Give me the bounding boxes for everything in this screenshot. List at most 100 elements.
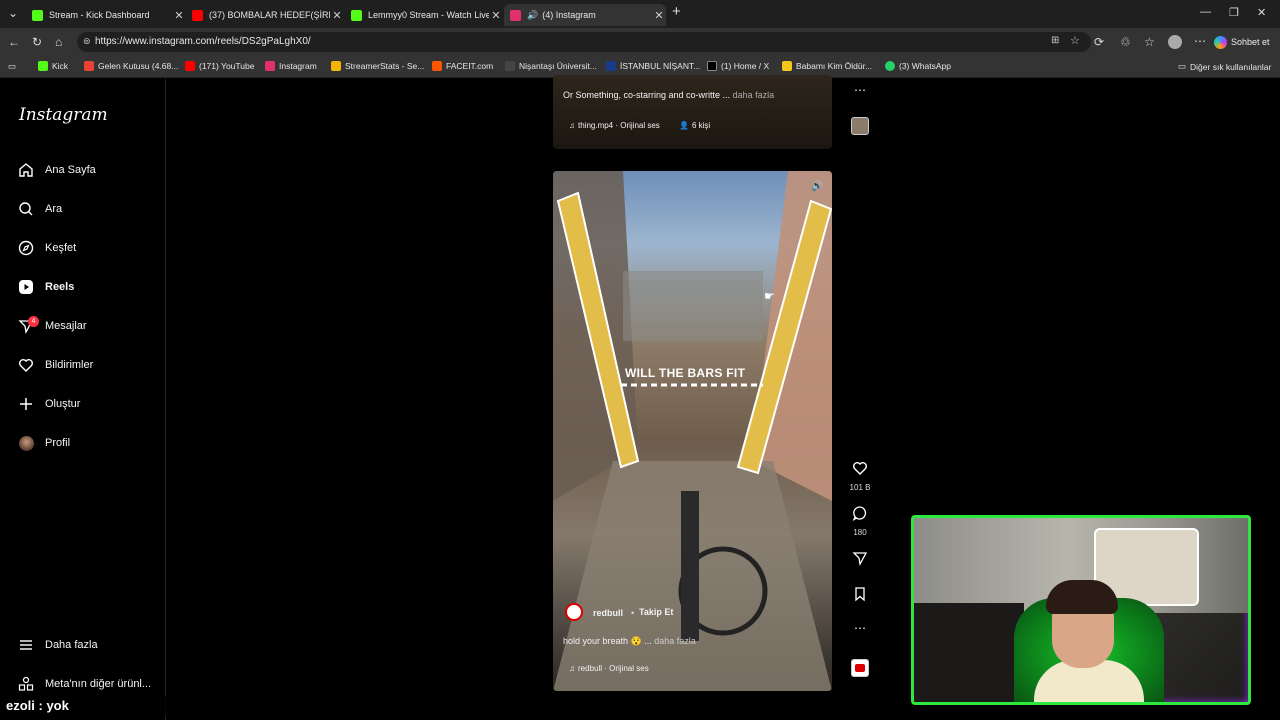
bookmark-gmail[interactable]: Gelen Kutusu (4.68... bbox=[84, 61, 178, 71]
bookmark-istanbul[interactable]: İSTANBUL NİŞANT... bbox=[606, 61, 700, 71]
follow-button[interactable]: Takip Et bbox=[639, 607, 673, 617]
youtube-favicon-icon bbox=[192, 9, 203, 21]
close-window-icon[interactable]: ✕ bbox=[1257, 6, 1266, 19]
bookmark-streamerstats[interactable]: StreamerStats - Se... bbox=[331, 61, 424, 71]
url-text[interactable]: https://www.instagram.com/reels/DS2gPaLg… bbox=[95, 36, 311, 47]
browser-essentials-icon[interactable]: ♲ bbox=[1120, 35, 1131, 49]
stream-chat-overlay: ezoli : yok bbox=[0, 696, 532, 716]
other-favorites-folder[interactable]: ▭ Diğer sık kullanılanlar bbox=[1178, 61, 1271, 72]
tab-list-chevron-icon[interactable]: ⌄ bbox=[8, 6, 18, 20]
speaker-icon[interactable]: 🔊 bbox=[527, 10, 538, 21]
plus-icon bbox=[18, 396, 34, 412]
kick-icon bbox=[38, 61, 48, 71]
app-available-icon[interactable]: ⊞ bbox=[1051, 35, 1059, 46]
nav-label: Bildirimler bbox=[45, 359, 94, 371]
bookmark-x[interactable]: (1) Home / X bbox=[707, 61, 769, 71]
redbull-avatar[interactable] bbox=[565, 603, 583, 621]
favorite-star-icon[interactable]: ☆ bbox=[1070, 34, 1080, 47]
comment-button[interactable]: 180 bbox=[848, 505, 872, 537]
bookmark-label: (3) WhatsApp bbox=[899, 61, 951, 71]
favorites-icon[interactable]: ☆ bbox=[1144, 35, 1155, 49]
nav-search[interactable]: Ara bbox=[18, 197, 62, 221]
apps-grid-icon bbox=[18, 676, 34, 692]
instagram-favicon-icon bbox=[510, 9, 521, 21]
bookmark-instagram[interactable]: Instagram bbox=[265, 61, 317, 71]
account-name[interactable]: redbull bbox=[593, 608, 623, 618]
browser-tab-strip: ⌄ Stream - Kick Dashboard ✕ (37) BOMBALA… bbox=[0, 0, 1280, 28]
streamer-webcam bbox=[911, 515, 1251, 705]
bookmark-whatsapp[interactable]: (3) WhatsApp bbox=[885, 61, 951, 71]
close-tab-icon[interactable]: ✕ bbox=[330, 9, 344, 22]
tab-kick-stream[interactable]: Lemmyy0 Stream - Watch Live on ✕ bbox=[345, 4, 503, 26]
more-options-icon[interactable]: ⋯ bbox=[1194, 34, 1206, 48]
reload-icon[interactable]: ↻ bbox=[32, 35, 42, 49]
imdb-icon bbox=[782, 61, 792, 71]
restore-icon[interactable]: ❐ bbox=[1229, 6, 1239, 19]
nav-notifications[interactable]: Bildirimler bbox=[18, 353, 93, 377]
share-button[interactable] bbox=[848, 550, 872, 571]
new-tab-button[interactable]: + bbox=[672, 3, 681, 20]
bookmarks-toggle-icon[interactable]: ▭ bbox=[8, 61, 16, 72]
tagged-people[interactable]: 👤 6 kişi bbox=[679, 121, 710, 130]
tab-youtube[interactable]: (37) BOMBALAR HEDEF(ŞİRKET) B ✕ bbox=[186, 4, 344, 26]
home-browser-icon[interactable]: ⌂ bbox=[55, 35, 62, 49]
current-reel-video[interactable]: WILL THE BARS FIT 🔊 redbull • Takip Et h… bbox=[553, 171, 832, 691]
kick-favicon-icon bbox=[32, 9, 43, 21]
minimize-icon[interactable]: — bbox=[1200, 6, 1211, 18]
audio-link[interactable]: ♫ redbull · Orijinal ses bbox=[569, 664, 649, 673]
avatar-icon bbox=[18, 435, 34, 451]
address-bar[interactable]: ⊜ https://www.instagram.com/reels/DS2gPa… bbox=[77, 32, 1091, 52]
chat-message: ezoli : yok bbox=[6, 698, 69, 713]
bookmark-faceit[interactable]: FACEIT.com bbox=[432, 61, 493, 71]
heart-icon bbox=[848, 460, 872, 481]
webcam-couch bbox=[914, 603, 1024, 702]
profile-avatar[interactable] bbox=[1168, 35, 1182, 49]
send-icon bbox=[848, 550, 872, 571]
nav-meta[interactable]: Meta'nın diğer ürünl... bbox=[18, 672, 151, 696]
extensions-icon[interactable]: ⟳ bbox=[1094, 35, 1104, 49]
nav-messages[interactable]: 4 Mesajlar bbox=[18, 314, 87, 338]
back-icon[interactable]: ← bbox=[8, 35, 20, 49]
person-icon: 👤 bbox=[679, 121, 689, 130]
more-link[interactable]: daha fazla bbox=[733, 90, 775, 100]
site-info-icon[interactable]: ⊜ bbox=[83, 36, 91, 47]
audio-thumbnail[interactable] bbox=[851, 659, 869, 677]
previous-reel[interactable]: Or Something, co-starring and co-writte … bbox=[553, 75, 832, 149]
bookmark-nisantasi[interactable]: Nişantaşı Üniversit... bbox=[505, 61, 597, 71]
close-tab-icon[interactable]: ✕ bbox=[172, 9, 186, 22]
tab-kick-dashboard[interactable]: Stream - Kick Dashboard ✕ bbox=[26, 4, 186, 26]
like-button[interactable]: 101 B bbox=[848, 460, 872, 492]
nav-create[interactable]: Oluştur bbox=[18, 392, 80, 416]
caption-text: Or Something, co-starring and co-writte … bbox=[563, 90, 731, 100]
instagram-sidebar: Instagram Ana Sayfa Ara Keşfet Reels 4 M… bbox=[0, 79, 166, 720]
bookmark-label: (1) Home / X bbox=[721, 61, 770, 71]
tab-title: (4) Instagram bbox=[542, 10, 596, 20]
bookmark-imdb[interactable]: Babamı Kim Öldür... bbox=[782, 61, 872, 71]
close-tab-icon[interactable]: ✕ bbox=[489, 9, 503, 22]
tab-instagram[interactable]: 🔊 (4) Instagram ✕ bbox=[504, 4, 666, 26]
more-options-icon[interactable]: ⋯ bbox=[848, 621, 872, 635]
compass-icon bbox=[18, 240, 34, 256]
speaker-icon[interactable]: 🔊 bbox=[811, 181, 823, 192]
bookmark-kick[interactable]: Kick bbox=[38, 61, 68, 71]
copilot-button[interactable]: Sohbet et bbox=[1214, 33, 1274, 51]
audio-link[interactable]: ♫ thing.mp4 · Orijinal ses bbox=[569, 121, 660, 130]
menu-icon bbox=[18, 637, 34, 653]
bookmark-youtube[interactable]: (171) YouTube bbox=[185, 61, 254, 71]
more-link[interactable]: daha fazla bbox=[654, 636, 696, 646]
instagram-logo[interactable]: Instagram bbox=[19, 105, 108, 125]
nav-more[interactable]: Daha fazla bbox=[18, 633, 98, 657]
nav-reels[interactable]: Reels bbox=[18, 275, 74, 299]
close-tab-icon[interactable]: ✕ bbox=[652, 9, 666, 22]
music-note-icon: ♫ bbox=[569, 664, 575, 673]
webcam-person-hair bbox=[1046, 580, 1118, 614]
nav-explore[interactable]: Keşfet bbox=[18, 236, 76, 260]
bookmark-icon bbox=[848, 586, 872, 607]
nav-label: Mesajlar bbox=[45, 320, 87, 332]
nav-profile[interactable]: Profil bbox=[18, 431, 70, 455]
previous-audio-thumbnail[interactable] bbox=[851, 117, 869, 135]
whatsapp-icon bbox=[885, 61, 895, 71]
previous-more-icon[interactable]: ⋯ bbox=[848, 83, 872, 97]
save-button[interactable] bbox=[848, 586, 872, 607]
nav-home[interactable]: Ana Sayfa bbox=[18, 158, 96, 182]
